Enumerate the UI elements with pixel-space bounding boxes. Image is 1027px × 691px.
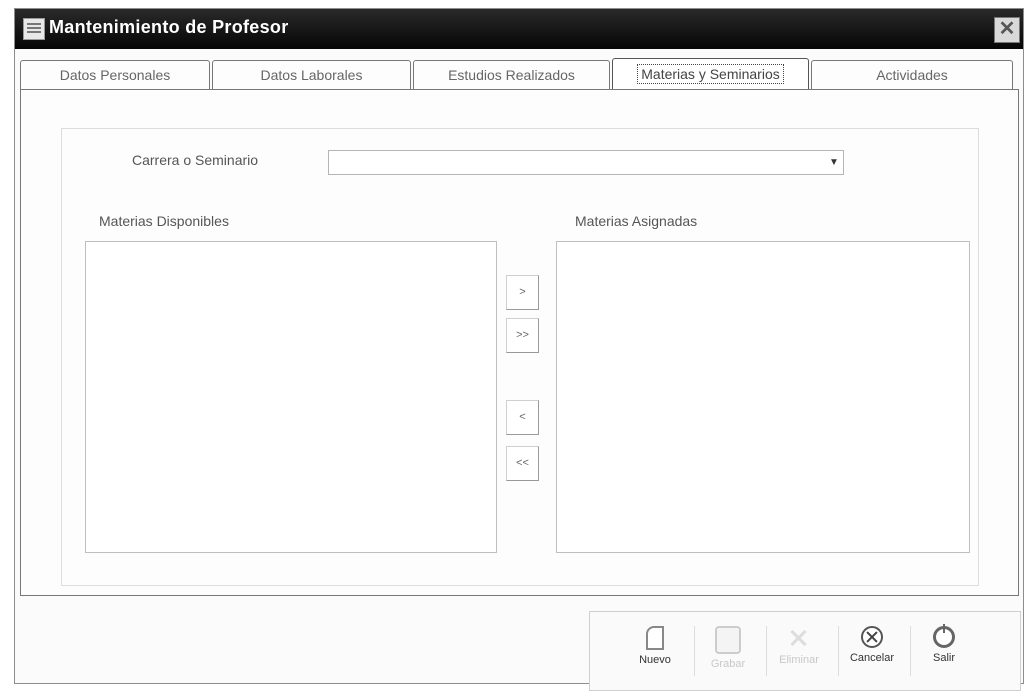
- remove-all-button[interactable]: <<: [506, 446, 539, 481]
- save-icon: [715, 626, 741, 654]
- tab-label: Datos Laborales: [260, 67, 363, 83]
- toolbar-divider: [838, 626, 839, 676]
- tab-datos-personales[interactable]: Datos Personales: [20, 60, 210, 90]
- new-document-icon: [646, 626, 664, 650]
- available-label: Materias Disponibles: [99, 213, 229, 229]
- toolbar-divider: [910, 626, 911, 676]
- window: Mantenimiento de Profesor ✕ Datos Person…: [14, 8, 1024, 691]
- carrera-label: Carrera o Seminario: [132, 152, 259, 168]
- add-one-button[interactable]: >: [506, 275, 539, 310]
- grabar-button[interactable]: Grabar: [696, 620, 760, 684]
- tab-materias-seminarios[interactable]: Materias y Seminarios: [612, 58, 809, 91]
- tab-datos-laborales[interactable]: Datos Laborales: [212, 60, 411, 90]
- window-title: Mantenimiento de Profesor: [49, 17, 289, 37]
- nuevo-button[interactable]: Nuevo: [623, 620, 687, 684]
- remove-one-button[interactable]: <: [506, 400, 539, 435]
- eliminar-label: Eliminar: [779, 654, 819, 666]
- title-bar: Mantenimiento de Profesor ✕: [15, 9, 1023, 49]
- available-list[interactable]: [85, 241, 497, 553]
- cancelar-button[interactable]: Cancelar: [840, 620, 904, 684]
- salir-button[interactable]: Salir: [912, 620, 976, 684]
- eliminar-button[interactable]: Eliminar: [767, 620, 831, 684]
- delete-icon: [788, 626, 810, 650]
- action-toolbar: Nuevo Grabar Eliminar Cancelar Salir: [589, 611, 1021, 691]
- tab-estudios-realizados[interactable]: Estudios Realizados: [413, 60, 610, 90]
- assigned-label: Materias Asignadas: [575, 213, 698, 229]
- tab-strip: Datos Personales Datos Laborales Estudio…: [20, 58, 1015, 91]
- carrera-select[interactable]: ▼: [328, 150, 844, 175]
- assigned-list[interactable]: [556, 241, 970, 553]
- tab-label: Materias y Seminarios: [637, 64, 784, 84]
- tab-label: Estudios Realizados: [448, 67, 575, 83]
- tab-label: Actividades: [876, 67, 948, 83]
- window-icon: [23, 18, 45, 40]
- salir-label: Salir: [932, 652, 955, 664]
- grabar-label: Grabar: [710, 658, 746, 670]
- tab-actividades[interactable]: Actividades: [811, 60, 1013, 90]
- exit-icon: [933, 624, 955, 648]
- close-button[interactable]: ✕: [994, 17, 1020, 43]
- cancelar-label: Cancelar: [849, 652, 895, 664]
- cancel-icon: [861, 626, 883, 648]
- add-all-button[interactable]: >>: [506, 318, 539, 353]
- toolbar-divider: [694, 626, 695, 676]
- nuevo-label: Nuevo: [639, 654, 671, 666]
- chevron-down-icon[interactable]: ▼: [825, 151, 843, 174]
- tab-label: Datos Personales: [59, 67, 171, 83]
